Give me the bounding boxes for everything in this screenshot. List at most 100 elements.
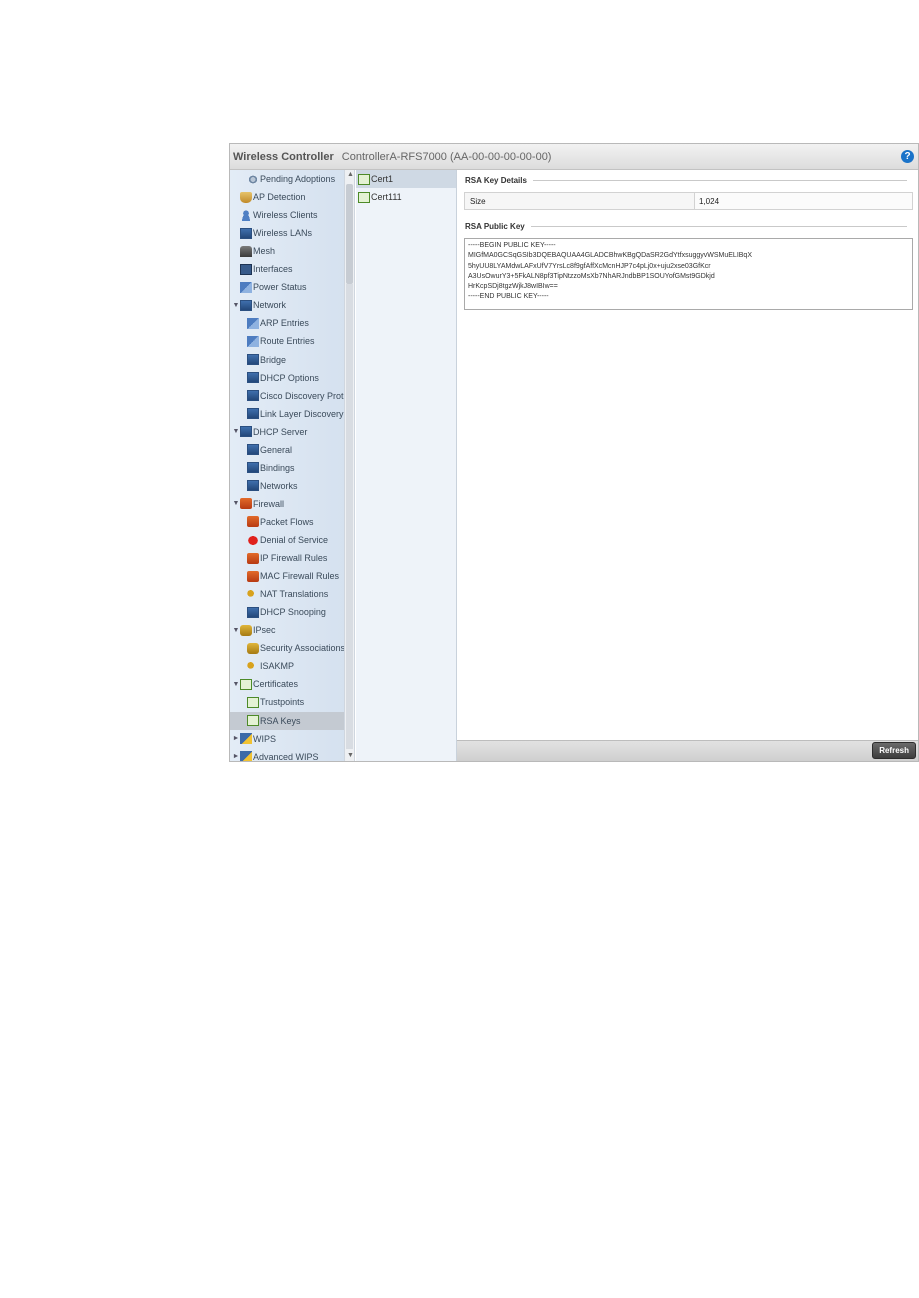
sidebar-item[interactable]: ▼ IPsec bbox=[230, 621, 344, 639]
certificate-list-item[interactable]: Cert111 bbox=[356, 188, 456, 206]
sidebar-item[interactable]: DHCP Options bbox=[230, 369, 344, 387]
rsa-key-details-panel: RSA Key Details Size 1,024 RSA Public Ke… bbox=[457, 170, 918, 741]
sidebar-item-label: DHCP Server bbox=[253, 426, 308, 437]
firewall-icon bbox=[240, 498, 252, 510]
sidebar-item-label: IPsec bbox=[253, 625, 276, 636]
sidebar-item-label: Firewall bbox=[253, 498, 285, 509]
sidebar-item-label: Denial of Service bbox=[260, 535, 329, 545]
sidebar-item-label: Bridge bbox=[260, 354, 287, 365]
sidebar-item[interactable]: Link Layer Discovery bbox=[230, 405, 344, 423]
firewall-icon bbox=[247, 570, 259, 582]
nav-scrollbar[interactable]: ▲ ▼ bbox=[344, 170, 355, 761]
sidebar-item[interactable]: Mesh bbox=[230, 242, 344, 260]
sidebar-item[interactable]: ► WIPS bbox=[230, 730, 344, 748]
public-key-line: MIGfMA0GCSqGSIb3DQEBAQUAA4GLADCBhwKBgQDa… bbox=[468, 252, 752, 260]
wips-icon bbox=[240, 751, 252, 761]
expand-right-icon[interactable]: ► bbox=[232, 735, 240, 742]
certificate-icon bbox=[358, 173, 370, 185]
sidebar-item[interactable]: Pending Adoptions bbox=[230, 170, 344, 188]
sidebar-item-label: WIPS bbox=[253, 733, 277, 744]
sidebar-item[interactable]: NAT Translations bbox=[230, 585, 344, 603]
expand-down-icon[interactable]: ▼ bbox=[232, 302, 240, 309]
lock-icon bbox=[247, 642, 259, 654]
sidebar-item-label: ISAKMP bbox=[260, 661, 295, 672]
sidebar-item[interactable]: Power Status bbox=[230, 278, 344, 296]
sidebar-item[interactable]: MAC Firewall Rules bbox=[230, 567, 344, 585]
monitor-icon bbox=[240, 263, 252, 275]
sidebar-item[interactable]: ISAKMP bbox=[230, 657, 344, 675]
sidebar-item[interactable]: ▼ DHCP Server bbox=[230, 423, 344, 441]
expand-right-icon[interactable]: ► bbox=[232, 753, 240, 760]
sidebar-item[interactable]: IP Firewall Rules bbox=[230, 549, 344, 567]
sidebar-item[interactable]: AP Detection bbox=[230, 188, 344, 206]
certificate-icon bbox=[240, 678, 252, 690]
network-icon bbox=[247, 606, 259, 618]
stats-icon bbox=[247, 317, 259, 329]
sidebar-item-label: General bbox=[260, 444, 293, 455]
scroll-down-arrow-icon[interactable]: ▼ bbox=[345, 751, 356, 761]
footer-bar: Refresh bbox=[457, 740, 918, 761]
certificate-list-item[interactable]: Cert1 bbox=[356, 170, 456, 188]
sidebar-item[interactable]: Wireless LANs bbox=[230, 224, 344, 242]
sidebar-item[interactable]: Cisco Discovery Prot bbox=[230, 387, 344, 405]
certificate-name: Cert1 bbox=[371, 174, 394, 184]
sidebar-item[interactable]: Packet Flows bbox=[230, 513, 344, 531]
refresh-button[interactable]: Refresh bbox=[872, 742, 916, 759]
sidebar-item[interactable]: Security Associations bbox=[230, 639, 344, 657]
deny-icon bbox=[247, 534, 259, 546]
expand-down-icon[interactable]: ▼ bbox=[232, 428, 240, 435]
sidebar-item[interactable]: Wireless Clients bbox=[230, 206, 344, 224]
size-label: Size bbox=[465, 193, 695, 209]
sidebar-item-label: Route Entries bbox=[260, 336, 315, 347]
sidebar-item[interactable]: DHCP Snooping bbox=[230, 603, 344, 621]
sidebar-item[interactable]: General bbox=[230, 441, 344, 459]
sidebar-item[interactable]: Bridge bbox=[230, 351, 344, 369]
sidebar-item-label: Network bbox=[253, 300, 287, 311]
network-icon bbox=[247, 462, 259, 474]
certificate-icon bbox=[358, 191, 370, 203]
sidebar-item-label: DHCP Snooping bbox=[260, 607, 326, 618]
sidebar-item[interactable]: ► Advanced WIPS bbox=[230, 748, 344, 761]
sidebar-item[interactable]: Denial of Service bbox=[230, 531, 344, 549]
network-icon bbox=[247, 354, 259, 365]
sidebar-item[interactable]: ARP Entries bbox=[230, 314, 344, 332]
help-icon[interactable]: ? bbox=[901, 150, 914, 163]
network-icon bbox=[247, 390, 259, 402]
wips-icon bbox=[240, 733, 252, 745]
key-icon bbox=[247, 660, 259, 672]
public-key-line: 5hyUU8LYAMdwLAFxUfV7YrsLc8f9gfAffXcMcnHJ… bbox=[468, 262, 711, 270]
sidebar-item-label: ARP Entries bbox=[260, 318, 309, 329]
public-key-textbox[interactable]: -----BEGIN PUBLIC KEY----- MIGfMA0GCSqGSI… bbox=[464, 238, 913, 310]
sidebar-item[interactable]: Networks bbox=[230, 477, 344, 495]
sidebar-item-label: DHCP Options bbox=[260, 372, 319, 383]
sidebar-item-label: Mesh bbox=[253, 246, 276, 257]
sidebar-item[interactable]: ▼ Network bbox=[230, 296, 344, 314]
sidebar-item-label: RSA Keys bbox=[260, 715, 301, 726]
sidebar-item-label: Wireless Clients bbox=[253, 210, 318, 221]
sidebar-item[interactable]: Bindings bbox=[230, 459, 344, 477]
scroll-up-arrow-icon[interactable]: ▲ bbox=[345, 170, 356, 180]
app-window: Wireless Controller ControllerA-RFS7000 … bbox=[229, 143, 919, 762]
public-key-line: -----END PUBLIC KEY----- bbox=[468, 293, 549, 301]
expand-down-icon[interactable]: ▼ bbox=[232, 500, 240, 507]
scroll-thumb[interactable] bbox=[346, 184, 353, 284]
sidebar-item[interactable]: Route Entries bbox=[230, 332, 344, 350]
network-icon bbox=[247, 480, 259, 492]
sidebar-item-label: Wireless LANs bbox=[253, 228, 313, 239]
sidebar-item[interactable]: Interfaces bbox=[230, 260, 344, 278]
expand-down-icon[interactable]: ▼ bbox=[232, 681, 240, 688]
sidebar-item[interactable]: ▼ Certificates bbox=[230, 675, 344, 693]
key-icon bbox=[247, 588, 259, 600]
sidebar-item[interactable]: ▼ Firewall bbox=[230, 495, 344, 513]
network-icon bbox=[240, 426, 252, 438]
scroll-track[interactable] bbox=[346, 284, 353, 749]
stats-icon bbox=[247, 335, 259, 347]
sidebar-item[interactable]: Trustpoints bbox=[230, 693, 344, 711]
sidebar-item-label: Power Status bbox=[253, 282, 307, 293]
sidebar-item[interactable]: RSA Keys bbox=[230, 711, 344, 730]
network-icon bbox=[240, 299, 252, 311]
expand-down-icon[interactable]: ▼ bbox=[232, 627, 240, 634]
sidebar-item-label: Link Layer Discovery bbox=[260, 408, 344, 419]
certificate-list: Cert1 Cert111 bbox=[356, 170, 457, 761]
sidebar-item-label: Certificates bbox=[253, 679, 299, 690]
